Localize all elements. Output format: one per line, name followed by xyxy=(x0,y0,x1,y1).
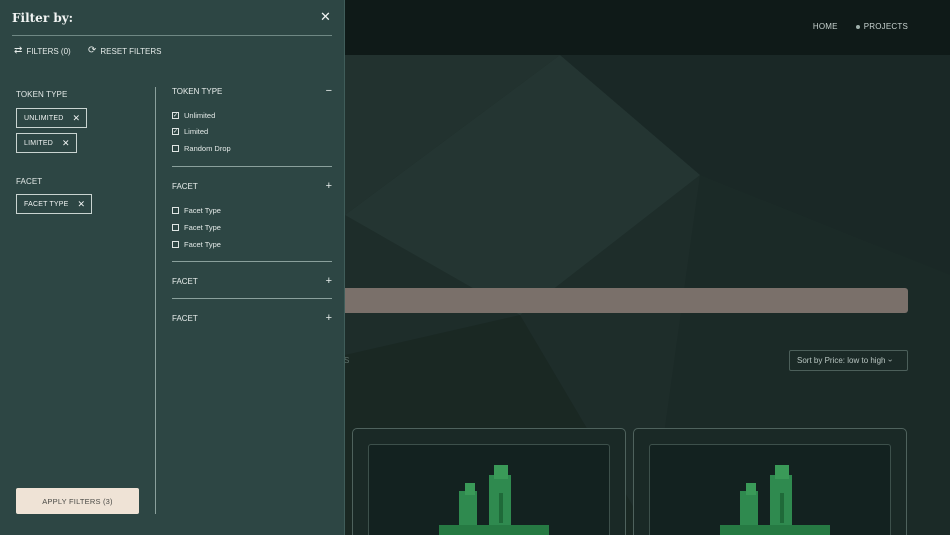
product-card[interactable] xyxy=(352,428,626,535)
chip-unlimited[interactable]: UNLIMITED ✕ xyxy=(16,108,88,128)
checkbox-empty-icon[interactable] xyxy=(172,145,179,152)
main-nav: HOME PROJECTS xyxy=(813,22,908,31)
section-token-type-header[interactable]: TOKEN TYPE − xyxy=(172,86,332,97)
expand-plus-icon[interactable]: + xyxy=(326,313,332,324)
expand-plus-icon[interactable]: + xyxy=(326,181,332,192)
remove-icon[interactable]: ✕ xyxy=(73,113,81,123)
filters-count-label: FILTERS (0) xyxy=(26,46,71,56)
chip-label: FACET TYPE xyxy=(24,200,69,208)
chip-limited[interactable]: LIMITED ✕ xyxy=(16,133,77,153)
swap-arrows-icon: ⇄ xyxy=(14,45,23,56)
close-icon[interactable]: ✕ xyxy=(320,10,331,24)
chip-label: UNLIMITED xyxy=(24,114,64,122)
option-facet-type[interactable]: Facet Type xyxy=(172,206,221,215)
checkbox-checked-icon[interactable]: ✓ xyxy=(172,128,179,135)
expand-plus-icon[interactable]: + xyxy=(326,276,332,287)
section-title: FACET xyxy=(172,276,198,286)
section-title: TOKEN TYPE xyxy=(172,86,223,96)
tree-stump-art-icon xyxy=(720,465,830,535)
reset-filters-button[interactable]: ⟳ RESET FILTERS xyxy=(88,46,161,56)
section-facet-header[interactable]: FACET + xyxy=(172,276,332,287)
collapse-minus-icon[interactable]: − xyxy=(326,86,332,97)
option-label: Unlimited xyxy=(184,111,216,120)
panel-title: Filter by: xyxy=(12,11,74,25)
option-label: Limited xyxy=(184,127,209,136)
section-facet-header[interactable]: FACET + xyxy=(172,313,332,324)
checkbox-empty-icon[interactable] xyxy=(172,241,179,248)
chip-facet-type[interactable]: FACET TYPE ✕ xyxy=(16,194,93,214)
tree-stump-art-icon xyxy=(439,465,549,535)
selected-group-heading: TOKEN TYPE xyxy=(16,90,68,99)
sort-select[interactable]: Sort by Price: low to high › xyxy=(789,350,908,371)
remove-icon[interactable]: ✕ xyxy=(62,138,70,148)
option-label: Facet Type xyxy=(184,206,221,215)
column-divider xyxy=(155,87,156,514)
chip-label: LIMITED xyxy=(24,139,54,147)
product-image xyxy=(368,444,610,535)
selected-group-heading: FACET xyxy=(16,177,43,186)
option-unlimited[interactable]: ✓ Unlimited xyxy=(172,111,215,120)
section-divider xyxy=(172,261,332,262)
apply-filters-button[interactable]: APPLY FILTERS (3) xyxy=(16,488,139,514)
option-facet-type[interactable]: Facet Type xyxy=(172,223,221,232)
sort-label: Sort by Price: low to high xyxy=(797,356,886,365)
section-title: FACET xyxy=(172,181,198,191)
chevron-down-icon: › xyxy=(886,359,896,362)
section-divider xyxy=(172,166,332,167)
section-title: FACET xyxy=(172,313,198,323)
option-label: Facet Type xyxy=(184,240,221,249)
checkbox-empty-icon[interactable] xyxy=(172,207,179,214)
filter-panel: Filter by: ✕ ⇄ FILTERS (0) ⟳ RESET FILTE… xyxy=(0,0,345,535)
reset-filters-label: RESET FILTERS xyxy=(100,46,162,56)
section-facet-header[interactable]: FACET + xyxy=(172,181,332,192)
checkbox-checked-icon[interactable]: ✓ xyxy=(172,112,179,119)
divider xyxy=(12,35,332,36)
option-label: Random Drop xyxy=(184,144,231,153)
section-divider xyxy=(172,298,332,299)
option-label: Facet Type xyxy=(184,223,221,232)
search-bar[interactable] xyxy=(340,288,908,313)
option-facet-type[interactable]: Facet Type xyxy=(172,240,221,249)
nav-home-link[interactable]: HOME xyxy=(813,22,838,31)
nav-projects-label: PROJECTS xyxy=(863,22,908,31)
option-limited[interactable]: ✓ Limited xyxy=(172,127,208,136)
option-random-drop[interactable]: Random Drop xyxy=(172,144,231,153)
remove-icon[interactable]: ✕ xyxy=(78,199,86,209)
refresh-icon: ⟳ xyxy=(88,45,97,56)
checkbox-empty-icon[interactable] xyxy=(172,224,179,231)
filters-count-button[interactable]: ⇄ FILTERS (0) xyxy=(14,46,71,56)
product-image xyxy=(649,444,891,535)
product-card[interactable] xyxy=(633,428,907,535)
nav-projects-link[interactable]: PROJECTS xyxy=(855,22,908,31)
active-dot-icon xyxy=(855,24,860,29)
